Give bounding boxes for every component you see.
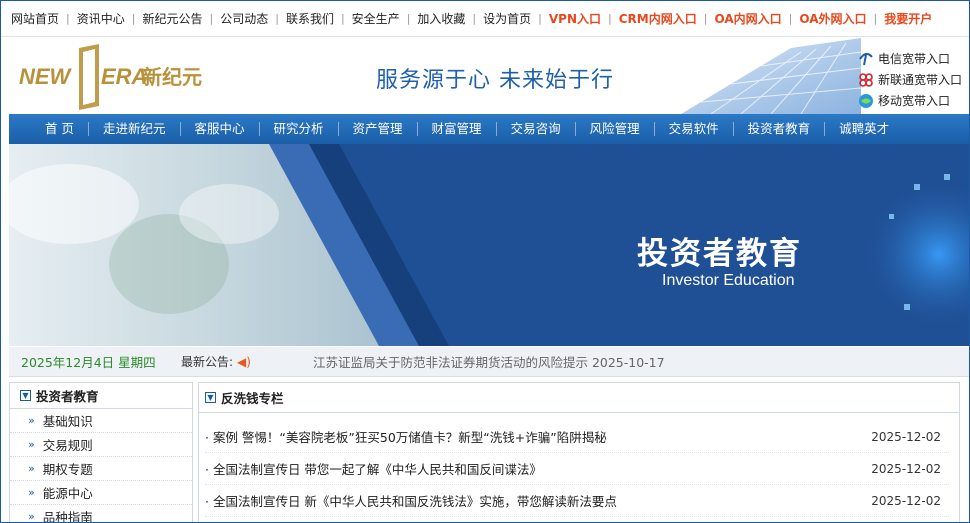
current-date: 2025年12月4日 星期四 <box>21 355 156 370</box>
news-date: 2025-12-02 <box>871 493 941 508</box>
topbar-separator: | <box>873 12 878 25</box>
news-title-link[interactable]: · 案例 警惕！“美容院老板”狂买50万储值卡？新型“洗钱+诈骗”陷阱揭秘 <box>205 427 607 446</box>
news-row: · 案例 警惕！“美容院老板”狂买50万储值卡？新型“洗钱+诈骗”陷阱揭秘 202… <box>205 421 949 453</box>
topbar-link[interactable]: 网站首页 <box>11 10 59 27</box>
nav-item[interactable]: 研究分析 <box>260 114 338 144</box>
topbar-link[interactable]: 资讯中心 <box>77 10 125 27</box>
news-list: · 案例 警惕！“美容院老板”狂买50万储值卡？新型“洗钱+诈骗”陷阱揭秘 202… <box>199 413 959 517</box>
news-date: 2025-12-02 <box>871 461 941 476</box>
nav-item[interactable]: 交易软件 <box>655 114 733 144</box>
unicom-icon <box>857 72 875 88</box>
double-chevron-icon: » <box>28 414 35 427</box>
header-slogan: 服务源于心 未来始于行 <box>376 68 614 93</box>
isp-link[interactable]: 新联通宽带入口 <box>857 69 962 90</box>
topbar-link[interactable]: 公司动态 <box>220 10 268 27</box>
main-nav: 首 页走进新纪元 客服中心 研究分析 资产管理 财富管理 交易咨询 风险管理 交易软件 投资者教… <box>9 114 969 144</box>
hero-banner: 投资者教育 Investor Education <box>9 144 969 346</box>
site-header: NEW ERA 新纪元 服务源于心 未来始于行 电信宽带入口 新联通宽带入口 移… <box>1 38 969 114</box>
isp-link[interactable]: 电信宽带入口 <box>857 48 962 69</box>
topbar-separator: | <box>608 12 612 25</box>
topbar-separator: | <box>275 12 279 25</box>
topbar-separator: | <box>538 12 542 25</box>
site-logo[interactable]: NEW ERA 新纪元 <box>17 44 227 112</box>
topbar-link[interactable]: 新纪元公告 <box>142 10 202 27</box>
logo-latin-left: NEW <box>19 64 73 89</box>
side-menu-item[interactable]: » 交易规则 <box>10 433 192 457</box>
double-chevron-icon: » <box>28 438 35 451</box>
side-menu-item-label: 能源中心 <box>42 486 93 501</box>
news-title-link[interactable]: · 全国法制宣传日 新《中华人民共和国反洗钱法》实施，带您解读新法要点 <box>205 491 617 510</box>
main-panel: ▼ 反洗钱专栏 · 案例 警惕！“美容院老板”狂买50万储值卡？新型“洗钱+诈骗… <box>198 382 960 522</box>
nav-item[interactable]: 投资者教育 <box>734 114 825 144</box>
side-menu-item-label: 交易规则 <box>42 438 93 453</box>
topbar-separator: | <box>131 12 136 25</box>
side-menu-item[interactable]: » 期权专题 <box>10 457 192 481</box>
logo-cn: 新纪元 <box>142 65 202 89</box>
topbar-separator: | <box>406 12 411 25</box>
isp-link-label: 移动宽带入口 <box>878 94 951 108</box>
banner-subtitle: Investor Education <box>662 272 795 289</box>
double-chevron-icon: » <box>28 462 35 475</box>
side-menu-item-label: 品种指南 <box>42 510 93 523</box>
banner-title: 投资者教育 <box>637 236 802 272</box>
latest-notice-label: 最新公告: <box>181 355 234 369</box>
double-chevron-icon: » <box>28 486 35 499</box>
topbar-separator: | <box>472 12 477 25</box>
news-ticker: 2025年12月4日 星期四 最新公告: ◀) 江苏证监局关于防范非法证券期货活… <box>9 347 969 377</box>
isp-links: 电信宽带入口 新联通宽带入口 移动宽带入口 <box>857 48 962 111</box>
topbar-link[interactable]: 我要开户 <box>884 10 932 27</box>
side-menu: ▼ 投资者教育 » 基础知识 » 交易规则 » 期权专题 » 能源中心 » 品种指南 <box>9 382 193 523</box>
collapse-box-icon: ▼ <box>205 392 216 403</box>
topbar-link[interactable]: 联系我们 <box>286 10 334 27</box>
topbar-separator: | <box>788 12 793 25</box>
nav-item[interactable]: 客服中心 <box>181 114 259 144</box>
double-chevron-icon: » <box>28 510 35 523</box>
side-menu-item-label: 基础知识 <box>42 414 93 429</box>
main-panel-header: ▼ 反洗钱专栏 <box>199 383 959 413</box>
side-menu-title: 投资者教育 <box>36 389 99 404</box>
top-link-bar: 网站首页 | 资讯中心 | 新纪元公告 | 公司动态 | 联系我们 | 安全生产 | 加入收藏 | 设为首页… <box>1 1 969 37</box>
nav-item[interactable]: 诚聘英才 <box>825 114 903 144</box>
main-panel-title: 反洗钱专栏 <box>221 391 284 406</box>
collapse-box-icon: ▼ <box>20 390 31 401</box>
nav-item[interactable]: 资产管理 <box>339 114 417 144</box>
topbar-separator: | <box>209 12 214 25</box>
topbar-link[interactable]: 加入收藏 <box>417 10 465 27</box>
page-frame: 网站首页 | 资讯中心 | 新纪元公告 | 公司动态 | 联系我们 | 安全生产 | 加入收藏 | 设为首页… <box>0 0 970 523</box>
news-row: · 全国法制宣传日 新《中华人民共和国反洗钱法》实施，带您解读新法要点 2025-… <box>205 485 949 517</box>
nav-item[interactable]: 走进新纪元 <box>89 114 180 144</box>
nav-item[interactable]: 风险管理 <box>576 114 654 144</box>
isp-link[interactable]: 移动宽带入口 <box>857 90 962 111</box>
nav-item[interactable]: 交易咨询 <box>497 114 575 144</box>
side-menu-item[interactable]: » 基础知识 <box>10 409 192 433</box>
logo-latin-right: ERA <box>101 64 147 89</box>
news-title-link[interactable]: · 全国法制宣传日 带您一起了解《中华人民共和国反间谍法》 <box>205 459 542 478</box>
topbar-link[interactable]: OA内网入口 <box>714 10 781 27</box>
topbar-link[interactable]: OA外网入口 <box>799 10 866 27</box>
news-row: · 全国法制宣传日 带您一起了解《中华人民共和国反间谍法》 2025-12-02 <box>205 453 949 485</box>
telecom-icon <box>857 51 875 67</box>
topbar-separator: | <box>340 12 345 25</box>
side-menu-header: ▼ 投资者教育 <box>10 383 192 409</box>
side-menu-item-label: 期权专题 <box>42 462 93 477</box>
mobile-icon <box>857 93 875 109</box>
topbar-separator: | <box>66 12 70 25</box>
topbar-link[interactable]: 安全生产 <box>352 10 400 27</box>
topbar-link[interactable]: 设为首页 <box>483 10 531 27</box>
topbar-link[interactable]: CRM内网入口 <box>619 10 697 27</box>
topbar-link[interactable]: VPN入口 <box>549 10 601 27</box>
news-date: 2025-12-02 <box>871 429 941 444</box>
nav-item[interactable]: 首 页 <box>9 114 88 144</box>
nav-item[interactable]: 财富管理 <box>418 114 496 144</box>
isp-link-label: 电信宽带入口 <box>878 52 951 66</box>
ticker-headline[interactable]: 江苏证监局关于防范非法证券期货活动的风险提示 2025-10-17 <box>313 352 665 371</box>
topbar-separator: | <box>703 12 708 25</box>
isp-link-label: 新联通宽带入口 <box>878 73 963 87</box>
building-graphic <box>681 38 861 114</box>
side-menu-item[interactable]: » 品种指南 <box>10 505 192 523</box>
side-menu-item[interactable]: » 能源中心 <box>10 481 192 505</box>
speaker-icon: ◀) <box>237 354 251 369</box>
